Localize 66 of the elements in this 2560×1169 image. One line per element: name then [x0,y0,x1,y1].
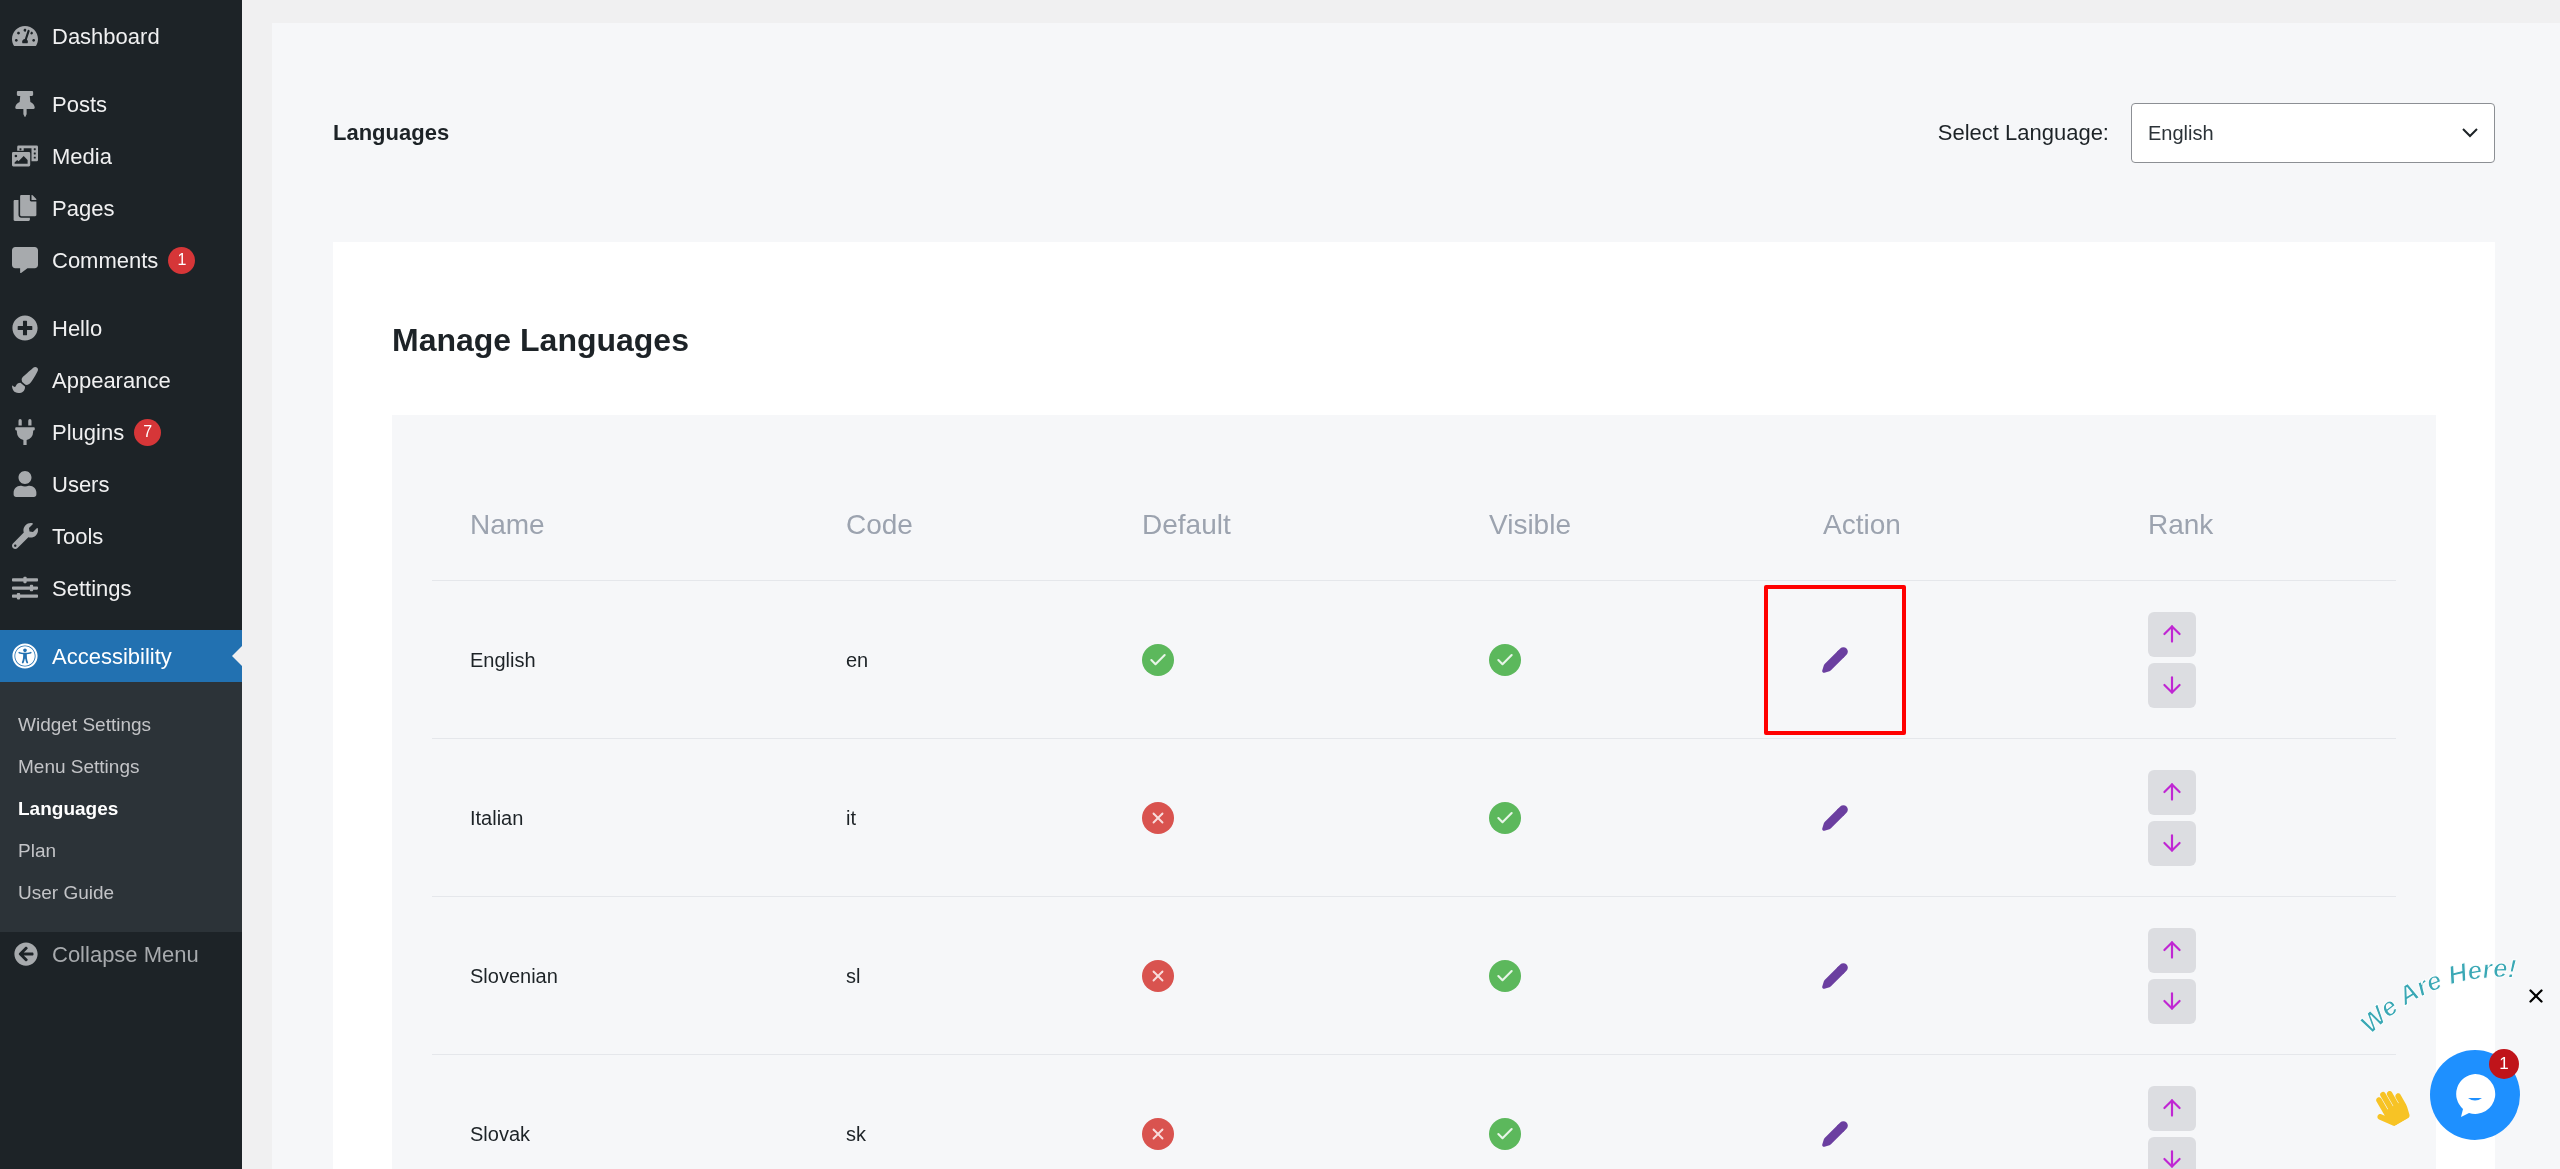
language-select[interactable]: English [2131,102,2495,163]
chat-tagline: We Are Here! [2354,953,2518,1040]
table-cell-text: it [846,805,856,831]
table-cell-text: en [846,647,869,673]
menu-item[interactable]: Tools [0,510,242,562]
column-header: Visible [1488,507,1572,542]
count-badge: 7 [134,418,162,446]
menu-item[interactable]: Posts [0,78,242,130]
move-down-button[interactable] [2148,978,2196,1024]
menu-item[interactable]: Media [0,130,242,182]
table-cell-text: Slovak [470,1121,531,1147]
menu-item[interactable]: Dashboard [0,10,242,62]
submenu-item[interactable]: Widget Settings [0,704,242,746]
submenu-item[interactable]: Languages [0,788,242,830]
column-header: Rank [2147,507,2215,542]
gauge-icon [12,23,38,49]
pencil-icon [1821,961,1849,990]
pencil-icon [1821,645,1849,674]
brush-icon [12,367,38,393]
table-cell-text: sl [846,963,861,989]
table-cell-text: Italian [470,805,524,831]
pin-icon [12,91,38,117]
column-header: Code [845,507,914,542]
media-icon [12,143,38,169]
submenu-item[interactable]: User Guide [0,872,242,914]
submenu-item[interactable]: Plan [0,830,242,872]
collapse-menu-button[interactable]: Collapse Menu [0,932,242,976]
column-header: Name [469,507,546,542]
sliders-icon [12,575,38,601]
page-title: Languages [333,119,450,147]
user-icon [12,471,38,497]
table-cell-text: English [470,647,536,673]
speech-bubble-icon [12,247,38,273]
current-menu-pointer-icon [232,646,242,666]
pencil-icon [1821,803,1849,832]
menu-item[interactable]: Pages [0,182,242,234]
chat-bubble-icon [2453,1072,2497,1118]
menu-item[interactable]: Users [0,458,242,510]
pencil-icon [1821,1119,1849,1148]
column-header: Action [1822,507,1902,542]
card-title: Manage Languages [392,321,690,360]
move-down-button[interactable] [2148,1136,2196,1169]
wrench-icon [12,523,38,549]
menu-item[interactable]: Comments 1 [0,234,242,286]
menu-item[interactable]: Hello [0,302,242,354]
move-down-button[interactable] [2148,820,2196,866]
table-cell-text: Slovenian [470,963,558,989]
plug-icon [12,419,38,445]
table-cell-text: sk [846,1121,866,1147]
move-up-button[interactable] [2148,769,2196,815]
menu-item[interactable]: Settings [0,562,242,614]
move-down-button[interactable] [2148,662,2196,708]
submenu-item[interactable]: Menu Settings [0,746,242,788]
count-badge: 1 [168,246,196,274]
move-up-button[interactable] [2148,611,2196,657]
column-header: Default [1141,507,1232,542]
select-label: Select Language: [1937,119,2109,147]
menu-item[interactable]: Plugins 7 [0,406,242,458]
move-up-button[interactable] [2148,1085,2196,1131]
chevron-down-icon [2462,127,2478,138]
menu-item[interactable]: Appearance [0,354,242,406]
collapse-icon [14,942,38,966]
accessibility-icon [12,643,38,669]
menu-item[interactable]: Accessibility [0,630,242,682]
pages-icon [12,195,38,221]
move-up-button[interactable] [2148,927,2196,973]
